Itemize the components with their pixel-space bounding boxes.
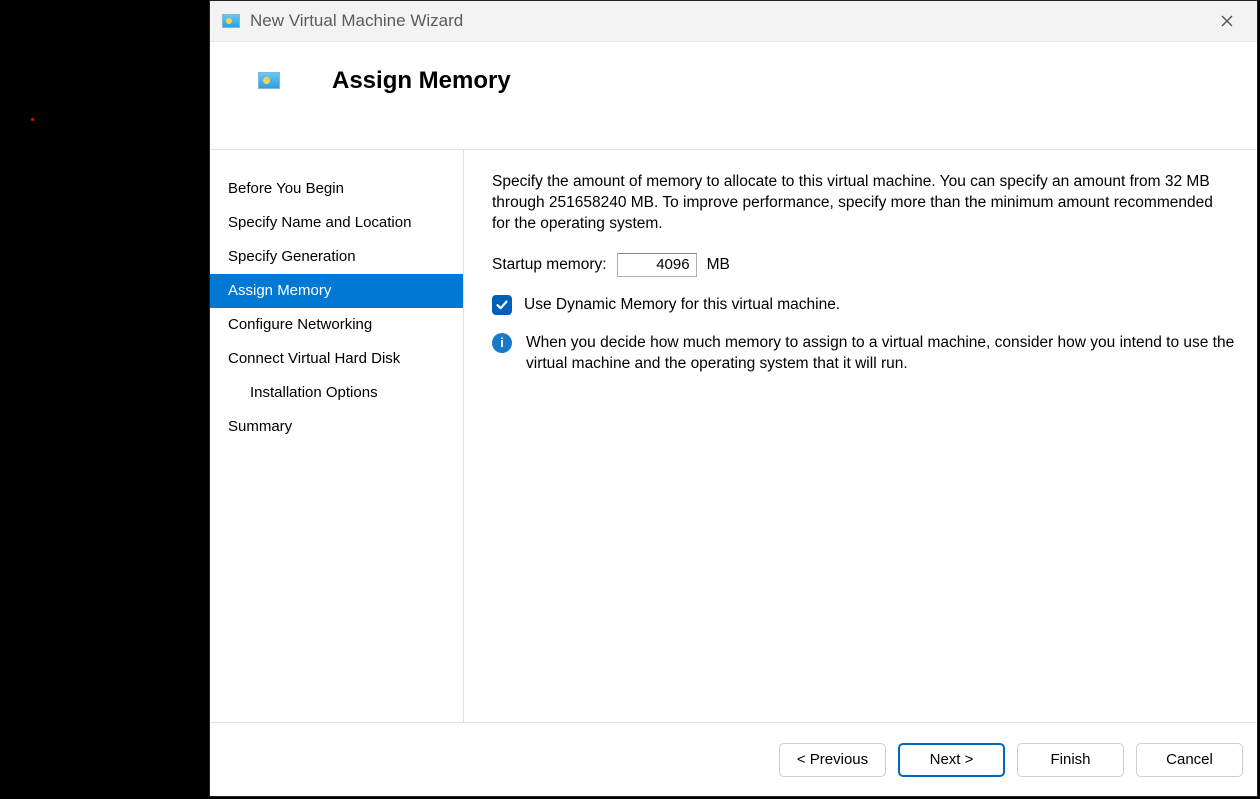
sidebar-step[interactable]: Installation Options	[210, 376, 463, 410]
info-row: i When you decide how much memory to ass…	[492, 333, 1235, 375]
info-icon: i	[492, 333, 512, 353]
sidebar-step[interactable]: Summary	[210, 410, 463, 444]
startup-memory-unit: MB	[707, 256, 730, 274]
footer-buttons: < Previous Next > Finish Cancel	[210, 722, 1257, 796]
close-button[interactable]	[1205, 1, 1249, 41]
startup-memory-label: Startup memory:	[492, 256, 607, 274]
cancel-button[interactable]: Cancel	[1136, 743, 1243, 777]
body: Before You BeginSpecify Name and Locatio…	[210, 150, 1257, 722]
sidebar-step[interactable]: Before You Begin	[210, 172, 463, 206]
window-title: New Virtual Machine Wizard	[250, 11, 1205, 31]
page-header-icon	[258, 72, 280, 89]
wizard-window: New Virtual Machine Wizard Assign Memory…	[209, 0, 1258, 797]
sidebar-step[interactable]: Assign Memory	[210, 274, 463, 308]
next-button[interactable]: Next >	[898, 743, 1005, 777]
sidebar-step[interactable]: Specify Name and Location	[210, 206, 463, 240]
wizard-steps-sidebar: Before You BeginSpecify Name and Locatio…	[210, 150, 464, 722]
sidebar-step[interactable]: Connect Virtual Hard Disk	[210, 342, 463, 376]
decorative-dot	[31, 118, 34, 121]
sidebar-step[interactable]: Specify Generation	[210, 240, 463, 274]
content-pane: Specify the amount of memory to allocate…	[464, 150, 1257, 722]
app-icon	[222, 14, 240, 28]
info-text: When you decide how much memory to assig…	[526, 333, 1235, 375]
dynamic-memory-label: Use Dynamic Memory for this virtual mach…	[524, 296, 840, 314]
description-text: Specify the amount of memory to allocate…	[492, 172, 1235, 235]
page-title: Assign Memory	[332, 67, 511, 95]
title-bar: New Virtual Machine Wizard	[210, 1, 1257, 42]
startup-memory-input[interactable]	[617, 253, 697, 277]
dynamic-memory-checkbox[interactable]	[492, 295, 512, 315]
sidebar-step[interactable]: Configure Networking	[210, 308, 463, 342]
checkmark-icon	[495, 298, 509, 312]
previous-button[interactable]: < Previous	[779, 743, 886, 777]
page-header: Assign Memory	[210, 42, 1257, 150]
dynamic-memory-row: Use Dynamic Memory for this virtual mach…	[492, 295, 1235, 315]
close-icon	[1221, 15, 1233, 27]
finish-button[interactable]: Finish	[1017, 743, 1124, 777]
startup-memory-row: Startup memory: MB	[492, 253, 1235, 277]
